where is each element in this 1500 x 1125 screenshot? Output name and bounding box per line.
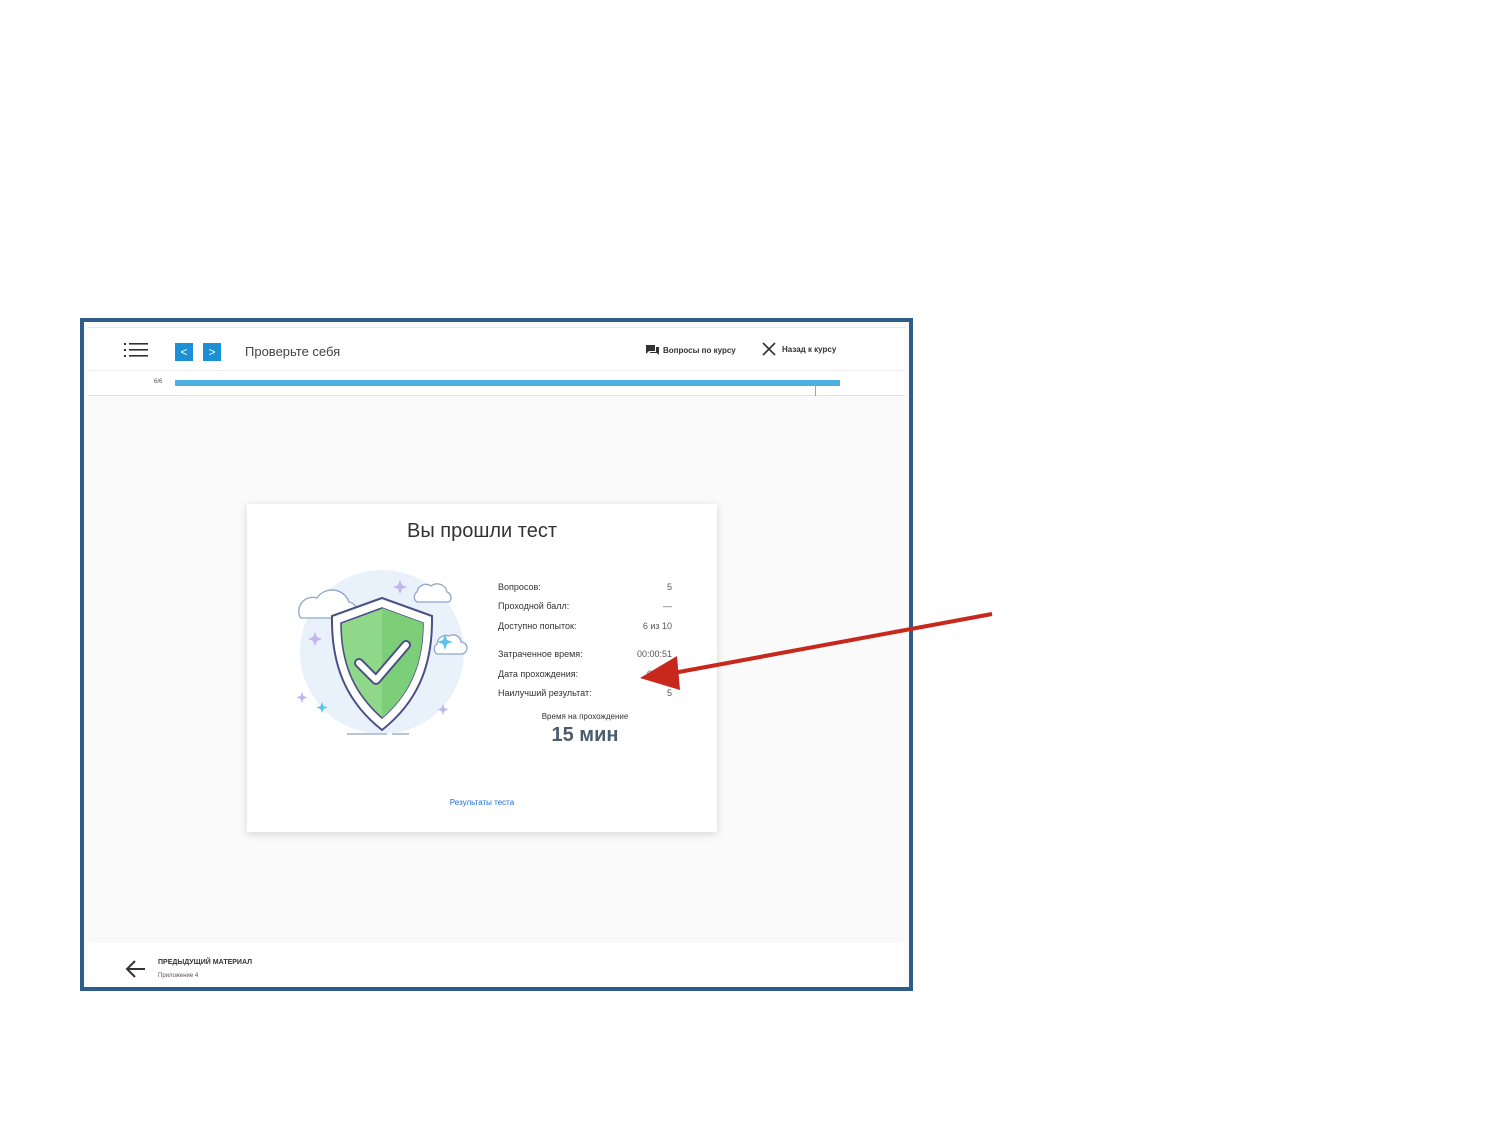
stat-row: Дата прохождения: 08.05. [498,664,672,684]
arrow-left-icon[interactable] [125,958,147,980]
course-questions-link[interactable]: Вопросы по курсу [646,345,736,356]
prev-button[interactable]: < [175,343,193,361]
course-questions-label: Вопросы по курсу [663,346,736,355]
stat-label: Затраченное время: [498,649,583,660]
stat-value: 6 из 10 [642,620,672,631]
stat-label: Вопросов: [498,581,541,592]
back-to-course-label: Назад к курсу [782,344,837,354]
prev-material-name: Приложение 4 [158,973,199,979]
stat-value: — [663,601,672,612]
time-value: 15 мин [551,724,619,746]
stat-value: 5 [666,581,672,592]
test-results-link[interactable]: Результаты теста [247,798,717,807]
close-icon [762,342,776,356]
progress-marker [815,384,816,396]
progress-bar [175,380,840,396]
app-window: < > Проверьте себя Вопросы по курсу Наза… [80,318,913,991]
chat-icon [646,345,659,355]
test-stats: Вопросов: 5 Проходной балл: — Доступно п… [498,577,672,703]
shield-check-illustration [296,570,468,735]
stat-label: Проходной балл: [498,601,570,612]
stat-label: Дата прохождения: [498,668,579,679]
bottom-bar: ПРЕДЫДУЩИЙ МАТЕРИАЛ Приложение 4 [88,943,905,987]
stat-value: 5 [666,688,672,699]
progress-area: 6/6 [88,370,905,396]
stat-row: Доступно попыток: 6 из 10 [498,616,672,636]
stat-row: Проходной балл: — [498,597,672,617]
stat-label: Доступно попыток: [498,620,577,631]
back-to-course-link[interactable]: Назад к курсу [762,342,836,356]
next-button[interactable]: > [203,343,221,361]
list-icon[interactable] [124,342,148,358]
stat-value: 08.05. [646,668,672,679]
stat-row: Наилучший результат: 5 [498,684,672,704]
stat-label: Наилучший результат: [498,688,592,699]
time-caption: Время на прохождение [541,712,629,721]
result-title: Вы прошли тест [406,520,557,542]
top-bar: < > Проверьте себя Вопросы по курсу Наза… [88,327,905,370]
progress-fill [175,380,840,386]
stat-row: Вопросов: 5 [498,577,672,597]
page-title: Проверьте себя [245,344,341,359]
prev-material-label[interactable]: ПРЕДЫДУЩИЙ МАТЕРИАЛ [158,959,252,966]
progress-label: 6/6 [154,379,163,385]
stat-row: Затраченное время: 00:00:51 [498,645,672,665]
result-card: Вы прошли тест Вопросов: 5 Проходной бал… [247,504,717,832]
stat-value: 00:00:51 [636,649,672,660]
